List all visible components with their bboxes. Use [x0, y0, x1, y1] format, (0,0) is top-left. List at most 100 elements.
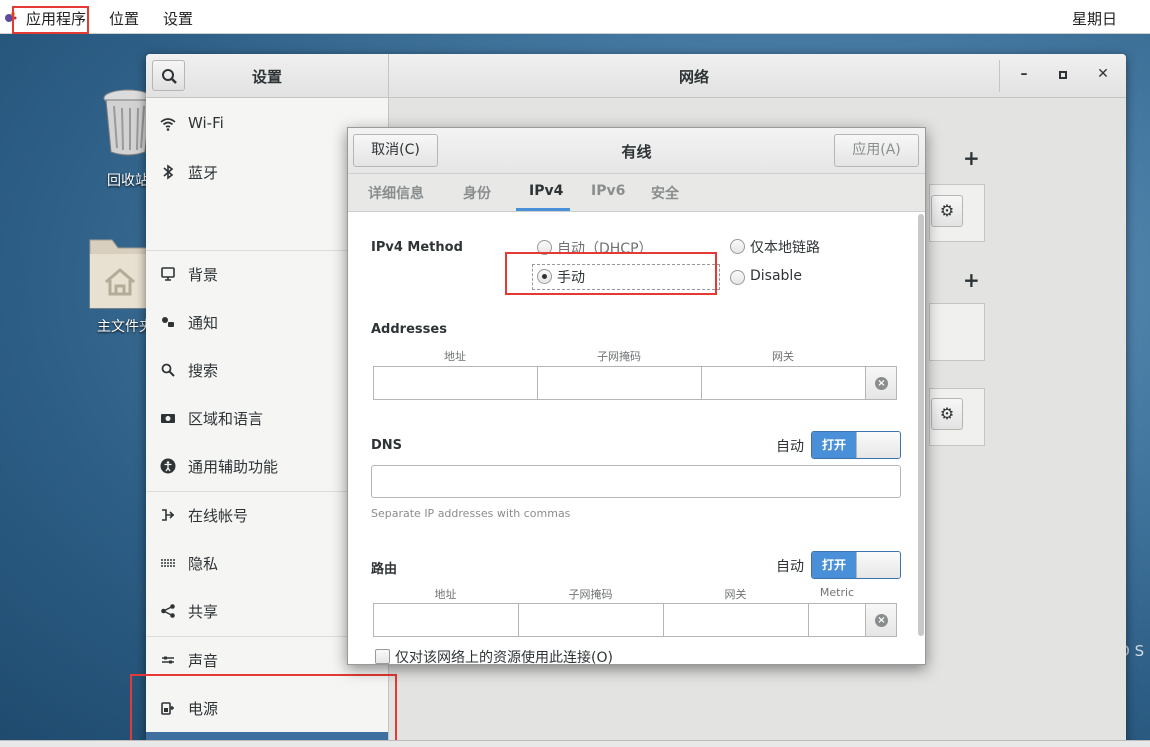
sidebar-item-label: 通知 — [188, 314, 219, 332]
remove-route-button[interactable]: × — [865, 603, 897, 637]
gateway-input[interactable] — [701, 366, 866, 400]
add-vpn-icon[interactable]: + — [963, 268, 980, 292]
route-metric-input[interactable] — [808, 603, 866, 637]
wifi-icon — [160, 116, 176, 132]
minimize-button[interactable]: – — [1014, 66, 1034, 86]
gear-icon: ⚙ — [939, 201, 955, 220]
sidebar-title: 设置 — [251, 68, 282, 86]
sidebar-item-label: 区域和语言 — [188, 410, 264, 428]
netmask-input[interactable] — [537, 366, 702, 400]
toggle-knob — [856, 432, 900, 458]
sidebar-item-label: 蓝牙 — [188, 164, 219, 182]
clear-icon: × — [875, 377, 888, 390]
gnome-foot-icon — [5, 12, 17, 22]
gateway-column-header: 网关 — [772, 350, 794, 363]
sidebar-item-label: 声音 — [188, 652, 219, 670]
radio-disable-label: Disable — [750, 268, 802, 284]
netmask-column-header: 子网掩码 — [597, 350, 641, 363]
maximize-button[interactable] — [1053, 66, 1073, 86]
panel-title: 网络 — [678, 68, 709, 86]
tab-bar: 详细信息 身份 IPv4 IPv6 安全 — [348, 174, 925, 212]
wired-dialog: 取消(C) 有线 应用(A) 详细信息 身份 IPv4 IPv6 安全 IPv4… — [347, 127, 926, 665]
sidebar-item-label: 搜索 — [188, 362, 219, 380]
ipv4-content: IPv4 Method 自动（DHCP） 仅本地链路 手动 Disable Ad… — [348, 212, 925, 664]
toggle-on-label: 打开 — [812, 432, 856, 458]
radio-link-local[interactable] — [730, 239, 745, 254]
radio-disable[interactable] — [730, 270, 745, 285]
region-icon — [160, 410, 176, 426]
share-icon — [160, 603, 176, 619]
routes-auto-toggle[interactable]: 打开 — [811, 551, 901, 579]
tab-security[interactable]: 安全 — [651, 183, 679, 203]
sound-icon — [160, 652, 176, 668]
search-icon — [160, 362, 176, 378]
privacy-icon — [160, 555, 176, 571]
tab-identity[interactable]: 身份 — [463, 183, 491, 203]
accessibility-icon — [160, 458, 176, 474]
remove-address-button[interactable]: × — [865, 366, 897, 400]
background-icon — [160, 266, 176, 282]
sidebar-item-label: 背景 — [188, 266, 219, 284]
toggle-on-label: 打开 — [812, 552, 856, 578]
sidebar-item-label: 隐私 — [188, 555, 219, 573]
route-netmask-input[interactable] — [518, 603, 664, 637]
wired-settings-button[interactable]: ⚙ — [931, 195, 963, 227]
route-gateway-column-header: 网关 — [724, 588, 747, 601]
radio-auto-dhcp[interactable] — [537, 240, 552, 255]
dns-auto-toggle[interactable]: 打开 — [811, 431, 901, 459]
notification-icon — [160, 314, 176, 330]
only-local-resources-checkbox[interactable] — [375, 649, 390, 664]
power-icon — [160, 700, 176, 716]
top-bar: 应用程序 位置 设置 星期日 18： — [0, 0, 1150, 49]
radio-link-local-label: 仅本地链路 — [750, 240, 820, 256]
route-address-column-header: 地址 — [434, 588, 457, 601]
add-connection-icon[interactable]: + — [963, 146, 980, 170]
dialog-header: 取消(C) 有线 应用(A) — [348, 128, 925, 174]
dns-auto-label: 自动 — [776, 439, 804, 455]
sidebar-item-label: 共享 — [188, 603, 219, 621]
close-button[interactable]: ✕ — [1093, 66, 1113, 86]
radio-manual-label: 手动 — [557, 270, 585, 286]
route-address-input[interactable] — [373, 603, 519, 637]
sidebar-item-label: 电源 — [188, 700, 219, 718]
sidebar-item-label: Wi-Fi — [188, 114, 224, 132]
places-menu[interactable]: 位置 — [109, 8, 139, 29]
route-metric-column-header: Metric — [819, 586, 855, 599]
dns-servers-input[interactable] — [371, 465, 901, 498]
titlebar: 设置 网络 – ✕ — [146, 54, 1126, 98]
gear-icon: ⚙ — [939, 404, 955, 423]
clear-icon: × — [875, 614, 888, 627]
titlebar-separator — [999, 60, 1000, 92]
online-accounts-icon — [160, 507, 176, 523]
apply-button[interactable]: 应用(A) — [834, 134, 919, 167]
routes-title: 路由 — [371, 562, 398, 577]
only-local-resources-label: 仅对该网络上的资源使用此连接(O) — [395, 650, 613, 665]
active-tab-indicator — [516, 208, 570, 211]
bluetooth-icon — [160, 164, 176, 180]
radio-auto-dhcp-label: 自动（DHCP） — [557, 241, 653, 257]
route-netmask-column-header: 子网掩码 — [568, 588, 613, 601]
tab-ipv4[interactable]: IPv4 — [529, 183, 563, 199]
addresses-title: Addresses — [371, 322, 447, 337]
sidebar-item-label: 在线帐号 — [188, 507, 249, 525]
routes-auto-label: 自动 — [776, 559, 804, 575]
dns-title: DNS — [371, 438, 403, 453]
scrollbar[interactable] — [918, 214, 924, 636]
settings-menu[interactable]: 设置 — [163, 8, 193, 29]
maximize-icon — [1059, 71, 1067, 79]
dns-hint: Separate IP addresses with commas — [371, 507, 571, 520]
address-input[interactable] — [373, 366, 538, 400]
applications-menu[interactable]: 应用程序 — [26, 8, 86, 29]
route-gateway-input[interactable] — [663, 603, 809, 637]
tab-details[interactable]: 详细信息 — [368, 183, 424, 203]
sidebar-item-power[interactable]: 电源 — [146, 684, 388, 732]
tab-ipv6[interactable]: IPv6 — [591, 183, 625, 199]
ipv4-method-label: IPv4 Method — [371, 240, 463, 255]
address-column-header: 地址 — [444, 350, 466, 363]
toggle-knob — [856, 552, 900, 578]
radio-manual[interactable] — [537, 269, 552, 284]
proxy-settings-button[interactable]: ⚙ — [931, 398, 963, 430]
vpn-panel — [929, 303, 985, 361]
sidebar-item-label: 通用辅助功能 — [188, 458, 279, 476]
bottom-panel — [0, 740, 1150, 747]
